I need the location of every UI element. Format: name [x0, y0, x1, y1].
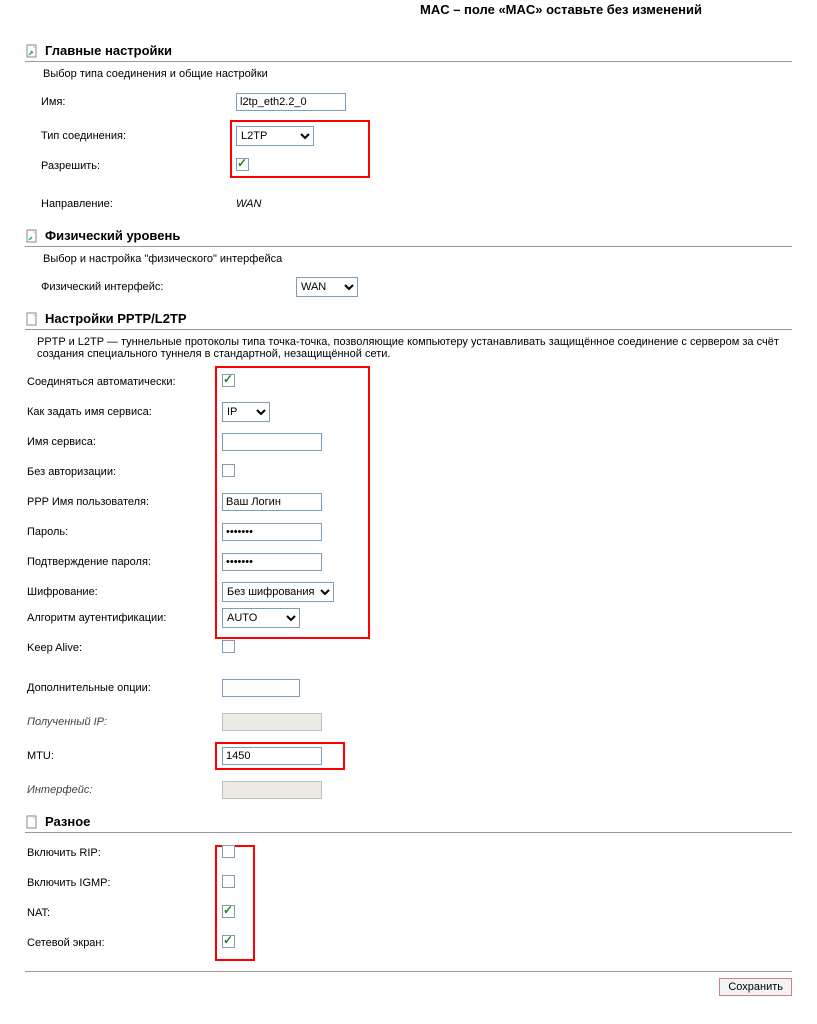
label-allow: Разрешить: [41, 160, 236, 172]
label-mtu: MTU: [27, 750, 222, 762]
label-iface2: Интерфейс: [27, 784, 222, 796]
row-keepalive: Keep Alive: [27, 638, 792, 658]
checkbox-nat[interactable] [222, 905, 235, 918]
label-auto: Соединяться автоматически: [27, 376, 222, 388]
input-pwd[interactable] [222, 523, 322, 541]
input-extra[interactable] [222, 679, 300, 697]
row-phys-iface: Физический интерфейс: WAN [41, 277, 792, 297]
select-phys-iface[interactable]: WAN [296, 277, 358, 297]
row-svc-mode: Как задать имя сервиса: IP [27, 402, 792, 422]
label-ppp-user: PPP Имя пользователя: [27, 496, 222, 508]
save-button[interactable]: Сохранить [719, 978, 792, 996]
label-svc-name: Имя сервиса: [27, 436, 222, 448]
row-name: Имя: [41, 92, 792, 112]
label-extra: Дополнительные опции: [27, 682, 222, 694]
input-name[interactable] [236, 93, 346, 111]
annotation-text: MAC – поле «MAC» оставьте без изменений [420, 2, 702, 19]
row-iface2: Интерфейс: [27, 780, 792, 800]
page-icon [25, 312, 39, 326]
label-auth: Алгоритм аутентификации: [27, 612, 222, 624]
section-title-main: Главные настройки [45, 43, 172, 58]
section-header-pptp: Настройки PPTP/L2TP [25, 311, 792, 330]
label-pwd2: Подтверждение пароля: [27, 556, 222, 568]
select-enc[interactable]: Без шифрования [222, 582, 334, 602]
row-enc: Шифрование: Без шифрования [27, 582, 792, 602]
checkbox-auto[interactable] [222, 374, 235, 387]
row-mtu: MTU: [27, 746, 792, 766]
label-name: Имя: [41, 96, 236, 108]
row-pwd2: Подтверждение пароля: [27, 552, 792, 572]
row-igmp: Включить IGMP: [27, 873, 792, 893]
section-title-phys: Физический уровень [45, 228, 180, 243]
label-fw: Сетевой экран: [27, 937, 222, 949]
section-title-misc: Разное [45, 814, 90, 829]
select-auth[interactable]: AUTO [222, 608, 300, 628]
checkbox-keepalive[interactable] [222, 640, 235, 653]
row-auto: Соединяться автоматически: [27, 372, 792, 392]
checkbox-rip[interactable] [222, 845, 235, 858]
section-desc-pptp: PPTP и L2TP — туннельные протоколы типа … [37, 336, 792, 360]
row-svc-name: Имя сервиса: [27, 432, 792, 452]
page-icon [25, 44, 39, 58]
footer-row: Сохранить [25, 971, 792, 996]
label-keepalive: Keep Alive: [27, 642, 222, 654]
section-header-phys: Физический уровень [25, 228, 792, 247]
checkbox-igmp[interactable] [222, 875, 235, 888]
checkbox-noauth[interactable] [222, 464, 235, 477]
label-enc: Шифрование: [27, 586, 222, 598]
label-noauth: Без авторизации: [27, 466, 222, 478]
page-icon [25, 229, 39, 243]
label-pwd: Пароль: [27, 526, 222, 538]
row-noauth: Без авторизации: [27, 462, 792, 482]
input-recv-ip [222, 713, 322, 731]
input-iface2 [222, 781, 322, 799]
row-ppp-user: PPP Имя пользователя: [27, 492, 792, 512]
label-recv-ip: Полученный IP: [27, 716, 222, 728]
label-igmp: Включить IGMP: [27, 877, 222, 889]
select-svc-mode[interactable]: IP [222, 402, 270, 422]
value-direction: WAN [236, 198, 261, 210]
checkbox-allow[interactable] [236, 158, 249, 171]
label-phys-iface: Физический интерфейс: [41, 281, 296, 293]
row-fw: Сетевой экран: [27, 933, 792, 953]
label-direction: Направление: [41, 198, 236, 210]
input-svc-name[interactable] [222, 433, 322, 451]
row-pwd: Пароль: [27, 522, 792, 542]
input-ppp-user[interactable] [222, 493, 322, 511]
label-svc-mode: Как задать имя сервиса: [27, 406, 222, 418]
row-conn-type: Тип соединения: L2TP [41, 126, 792, 146]
section-desc-main: Выбор типа соединения и общие настройки [43, 68, 792, 80]
row-allow: Разрешить: [41, 156, 792, 176]
label-nat: NAT: [27, 907, 222, 919]
page-icon [25, 815, 39, 829]
section-header-main: Главные настройки [25, 43, 792, 62]
row-direction: Направление: WAN [41, 194, 792, 214]
section-header-misc: Разное [25, 814, 792, 833]
section-title-pptp: Настройки PPTP/L2TP [45, 311, 187, 326]
row-extra: Дополнительные опции: [27, 678, 792, 698]
row-recv-ip: Полученный IP: [27, 712, 792, 732]
row-rip: Включить RIP: [27, 843, 792, 863]
input-mtu[interactable] [222, 747, 322, 765]
label-rip: Включить RIP: [27, 847, 222, 859]
input-pwd2[interactable] [222, 553, 322, 571]
label-conn-type: Тип соединения: [41, 130, 236, 142]
select-conn-type[interactable]: L2TP [236, 126, 314, 146]
section-desc-phys: Выбор и настройка "физического" интерфей… [43, 253, 792, 265]
row-nat: NAT: [27, 903, 792, 923]
row-auth: Алгоритм аутентификации: AUTO [27, 608, 792, 628]
checkbox-fw[interactable] [222, 935, 235, 948]
